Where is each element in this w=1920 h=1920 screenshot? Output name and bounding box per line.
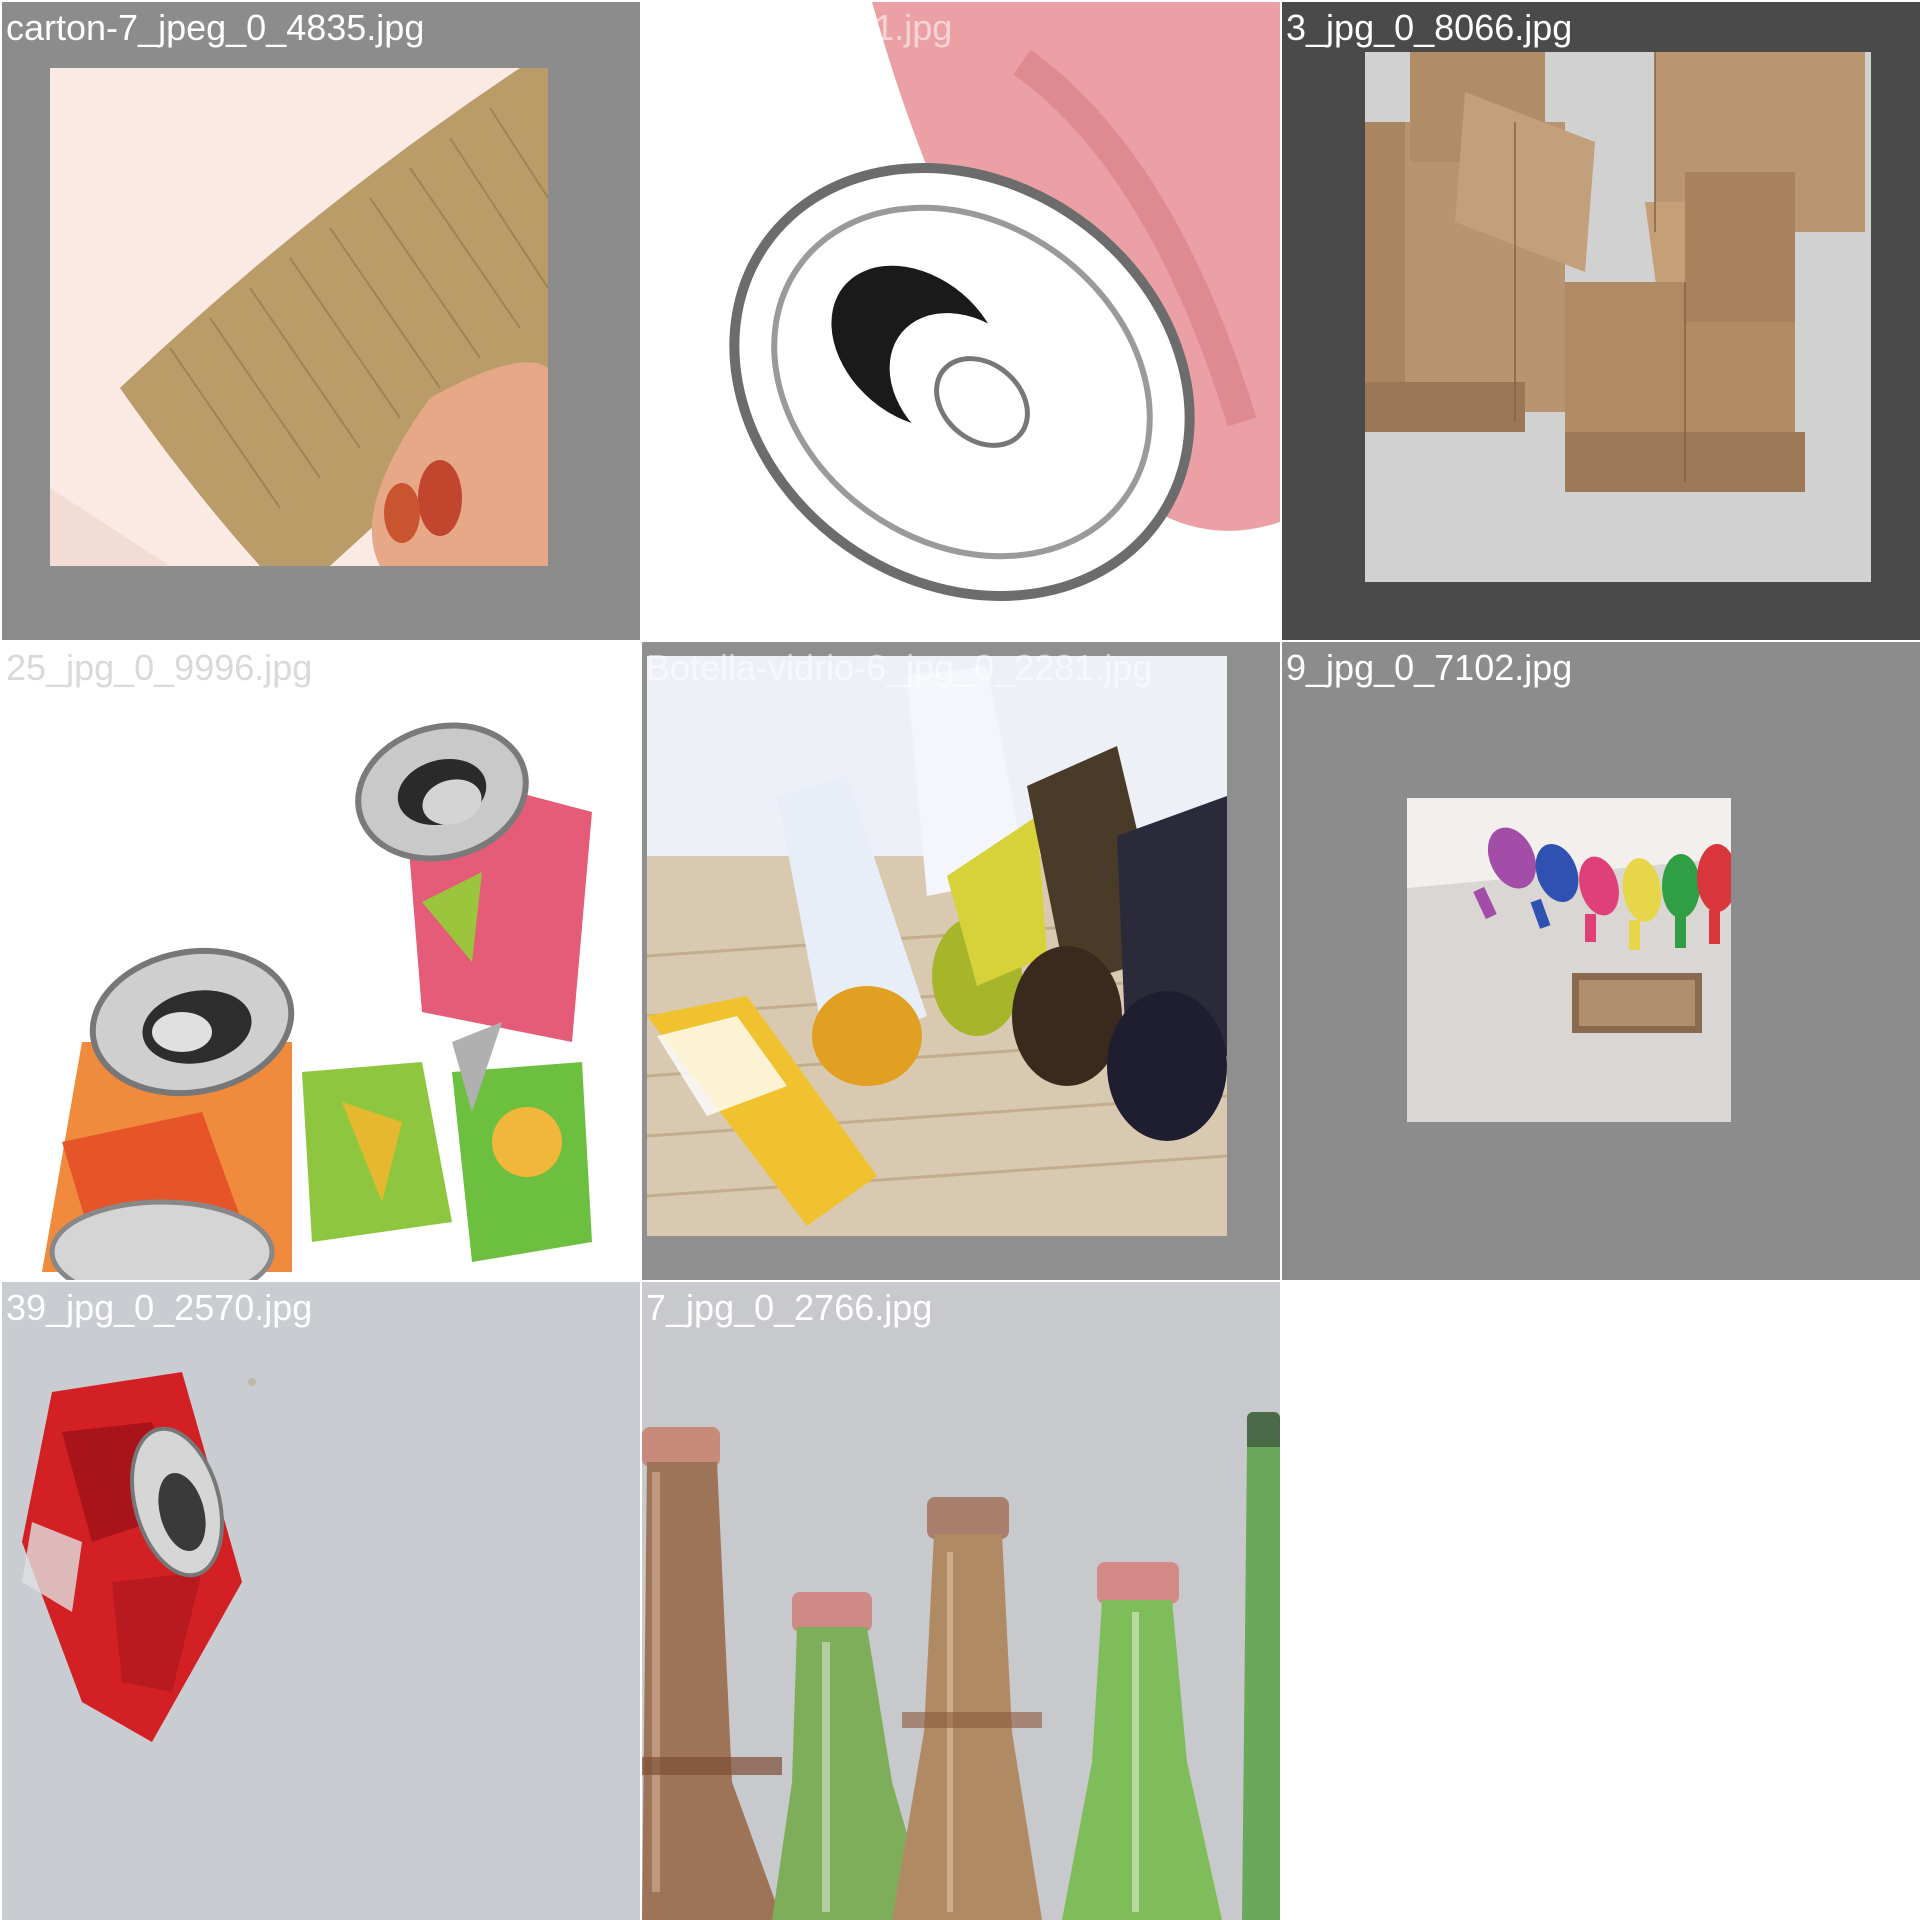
colored-bottles-image — [1407, 798, 1731, 1122]
image-tile-glass-bottles-floor: Botella-vidrio-6_jpg_0_2281.jpg — [642, 642, 1280, 1280]
image-tile-colored-bottles: 9_jpg_0_7102.jpg — [1282, 642, 1920, 1280]
bottle-necks-image — [642, 1282, 1280, 1920]
tile-filename-label: 26_jpg_0_5991.jpg — [646, 7, 953, 48]
tile-filename-label: Botella-vidrio-6_jpg_0_2281.jpg — [646, 647, 1153, 688]
tile-filename-label: 3_jpg_0_8066.jpg — [1286, 7, 1573, 48]
image-tile-red-can: 39_jpg_0_2570.jpg — [2, 1282, 640, 1920]
cardboard-image — [50, 68, 548, 566]
tile-filename-label: 7_jpg_0_2766.jpg — [646, 1287, 933, 1328]
image-tile-boxes: 3_jpg_0_8066.jpg — [1282, 2, 1920, 640]
tile-filename-label: carton-7_jpeg_0_4835.jpg — [6, 7, 425, 48]
crushed-cans-image — [2, 642, 640, 1280]
red-can-image — [2, 1282, 640, 1920]
image-tile-carton: carton-7_jpeg_0_4835.jpg — [2, 2, 640, 640]
tile-filename-label: 9_jpg_0_7102.jpg — [1286, 647, 1573, 688]
glass-bottles-floor-image — [647, 656, 1227, 1236]
image-tile-crushed-cans: 25_jpg_0_9996.jpg — [2, 642, 640, 1280]
image-tile-can-top: 26_jpg_0_5991.jpg — [642, 2, 1280, 640]
cardboard-boxes-image — [1365, 52, 1871, 582]
tile-filename-label: 39_jpg_0_2570.jpg — [6, 1287, 313, 1328]
tile-filename-label: 25_jpg_0_9996.jpg — [6, 647, 313, 688]
can-top-image — [642, 2, 1280, 640]
image-tile-bottle-necks: 7_jpg_0_2766.jpg — [642, 1282, 1280, 1920]
